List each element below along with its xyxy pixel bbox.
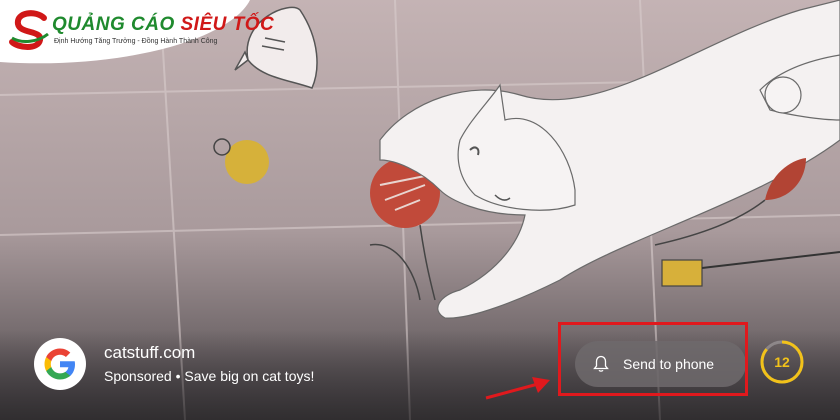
sponsored-label: Sponsored [104,368,172,384]
logo-s-icon [9,10,49,50]
google-logo-icon [34,338,86,390]
yellow-ball [225,140,269,184]
bell-icon [593,355,609,372]
advertiser-domain[interactable]: catstuff.com [104,343,195,363]
logo-brand-text: QUẢNG CÁO SIÊU TỐC [52,14,275,35]
yellow-tag [661,259,703,287]
ad-screen: QUẢNG CÁO SIÊU TỐC Định Hướng Tăng Trưởn… [0,0,840,420]
separator-dot: • [175,368,181,384]
ad-description: Save big on cat toys! [184,368,315,384]
logo-tagline: Định Hướng Tăng Trưởng - Đồng Hành Thành… [54,38,218,45]
brand-logo: QUẢNG CÁO SIÊU TỐC Định Hướng Tăng Trưởn… [0,0,274,66]
send-to-phone-button[interactable]: Send to phone [575,341,746,387]
countdown-value: 12 [774,354,790,370]
ad-subline: Sponsored • Save big on cat toys! [104,368,314,384]
send-to-phone-label: Send to phone [623,356,715,372]
